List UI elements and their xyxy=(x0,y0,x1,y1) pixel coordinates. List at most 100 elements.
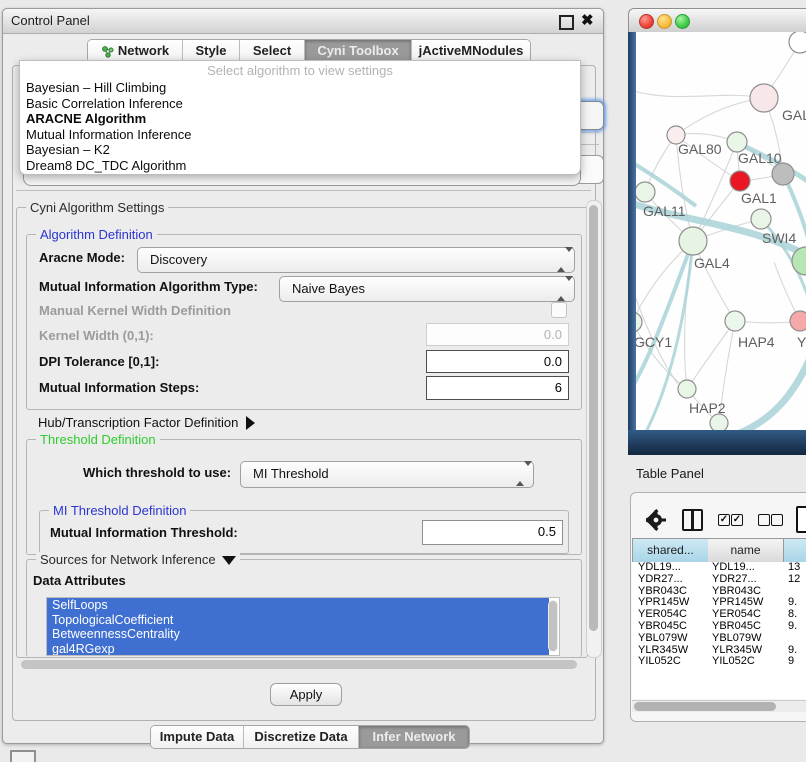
manual-kernel-checkbox[interactable] xyxy=(551,302,567,318)
select-all-icon[interactable]: ✓ xyxy=(718,514,730,526)
table-cell: YLR345W xyxy=(712,645,784,657)
kernel-width-input[interactable]: 0.0 xyxy=(426,323,569,346)
data-attributes-list[interactable]: SelfLoopsTopologicalCoefficientBetweenne… xyxy=(46,597,560,656)
algorithm-dropdown-popup: Select algorithm to view settings Bayesi… xyxy=(19,60,581,175)
apply-button[interactable]: Apply xyxy=(270,683,342,706)
network-node-label: GAL11 xyxy=(643,203,686,219)
table-row[interactable]: YBR045CYBR045C9. xyxy=(632,621,806,633)
table-row[interactable]: YPR145WYPR145W9. xyxy=(632,597,806,609)
mi-type-select[interactable]: Naive Bayes xyxy=(279,276,575,302)
network-edge[interactable] xyxy=(636,90,764,98)
data-attribute-item[interactable]: gal4RGexp xyxy=(47,642,549,657)
settings-vscroll-thumb[interactable] xyxy=(589,205,598,631)
table-row[interactable]: YBR043CYBR043C xyxy=(632,586,806,598)
attr-list-scrollbar-thumb[interactable] xyxy=(549,601,557,651)
groupbox-line-fragment xyxy=(16,190,591,191)
network-node[interactable] xyxy=(790,311,806,331)
hub-definition-expander[interactable]: Hub/Transcription Factor Definition xyxy=(38,414,255,432)
new-file-icon[interactable] xyxy=(796,506,806,533)
data-attribute-item[interactable]: TopologicalCoefficient xyxy=(47,613,549,628)
table-header-shared[interactable]: shared... xyxy=(632,538,709,563)
algorithm-option[interactable]: Basic Correlation Inference xyxy=(20,96,580,112)
network-window-frame xyxy=(628,32,636,430)
close-icon[interactable]: ✖ xyxy=(581,11,594,29)
network-node[interactable] xyxy=(725,311,745,331)
settings-horizontal-scrollbar[interactable] xyxy=(18,659,584,670)
tab-impute-data[interactable]: Impute Data xyxy=(151,726,243,748)
table-body: YDL19...YDL19...13YDR27...YDR27...12YBR0… xyxy=(632,562,806,699)
network-node[interactable] xyxy=(789,32,806,53)
tab-infer-network[interactable]: Infer Network xyxy=(358,726,469,748)
network-node[interactable] xyxy=(727,132,747,152)
network-node[interactable] xyxy=(730,171,750,191)
table-options-gear-icon[interactable] xyxy=(646,509,666,531)
select-all-icon[interactable]: ✓ xyxy=(731,514,743,526)
aracne-mode-select[interactable]: Discovery xyxy=(137,247,575,273)
algorithm-option[interactable]: Dream8 DC_TDC Algorithm xyxy=(20,158,580,174)
attr-list-scrollbar[interactable] xyxy=(548,600,558,652)
table-cell: YIL052C xyxy=(638,656,710,668)
algorithm-option[interactable]: ARACNE Algorithm xyxy=(20,111,580,127)
tab-jactivemnodules[interactable]: jActiveMNodules xyxy=(411,40,530,62)
deselect-all-icon[interactable] xyxy=(771,514,783,526)
table-row[interactable]: YDR27...YDR27...12 xyxy=(632,574,806,586)
network-node-label: GAL1 xyxy=(741,190,777,206)
settings-hscroll-thumb[interactable] xyxy=(21,660,577,669)
algorithm-option[interactable]: Bayesian – K2 xyxy=(20,142,580,158)
table-horizontal-scrollbar[interactable] xyxy=(632,700,806,712)
network-canvas[interactable]: GALGAL80GAL10GAL1GAL11SWI4GAL4GCY1HAP4YH… xyxy=(636,32,806,430)
window-zoom-button[interactable] xyxy=(675,14,690,29)
network-icon xyxy=(101,45,114,58)
network-node-label: GCY1 xyxy=(636,334,672,350)
collapsed-panel-icon[interactable] xyxy=(10,750,36,762)
network-node[interactable] xyxy=(751,209,771,229)
table-cell: YDL19... xyxy=(638,562,710,574)
mi-type-label: Mutual Information Algorithm Type: xyxy=(39,279,258,294)
table-row[interactable]: YBL079WYBL079W xyxy=(632,633,806,645)
tab-select[interactable]: Select xyxy=(239,40,304,62)
table-header-name[interactable]: name xyxy=(708,538,784,563)
network-node[interactable] xyxy=(710,414,728,430)
algorithm-option[interactable]: Bayesian – Hill Climbing xyxy=(20,80,580,96)
table-hscroll-thumb[interactable] xyxy=(634,702,776,711)
window-close-button[interactable] xyxy=(639,14,654,29)
column-layout-icon[interactable] xyxy=(682,509,703,531)
table-row[interactable]: YLR345WYLR345W9. xyxy=(632,645,806,657)
network-node[interactable] xyxy=(636,182,655,202)
network-node[interactable] xyxy=(636,312,642,332)
network-node[interactable] xyxy=(679,227,707,255)
algorithm-option[interactable]: Mutual Information Inference xyxy=(20,127,580,143)
mi-threshold-input[interactable]: 0.5 xyxy=(422,520,563,545)
screen: Control Panel ✖ Network Style Select Cyn… xyxy=(0,0,806,762)
mi-threshold-groupbox: MI Threshold Definition Mutual Informati… xyxy=(39,510,569,554)
network-window-titlebar[interactable] xyxy=(628,8,806,34)
table-cell: 9 xyxy=(788,656,806,668)
table-row[interactable]: YIL052CYIL052C9 xyxy=(632,656,806,668)
window-minimize-button[interactable] xyxy=(657,14,672,29)
table-cell: YDR27... xyxy=(712,574,784,586)
network-node[interactable] xyxy=(772,163,794,185)
which-threshold-select[interactable]: MI Threshold xyxy=(240,461,534,488)
sources-title[interactable]: Sources for Network Inference xyxy=(36,552,240,567)
table-row[interactable]: YER054CYER054C8. xyxy=(632,609,806,621)
data-attribute-item[interactable]: SelfLoops xyxy=(47,598,549,613)
settings-vertical-scrollbar[interactable] xyxy=(586,200,602,658)
dpi-tolerance-input[interactable]: 0.0 xyxy=(426,350,569,373)
network-edge[interactable] xyxy=(732,358,806,430)
network-node[interactable] xyxy=(678,380,696,398)
tab-network[interactable]: Network xyxy=(88,40,182,62)
network-edge[interactable] xyxy=(687,321,735,389)
deselect-all-icon[interactable] xyxy=(758,514,770,526)
network-node[interactable] xyxy=(750,84,778,112)
table-header-cut[interactable] xyxy=(784,538,806,563)
tab-discretize-data[interactable]: Discretize Data xyxy=(243,726,358,748)
tab-jactivemnodules-label: jActiveMNodules xyxy=(419,40,524,62)
data-attribute-item[interactable]: BetweennessCentrality xyxy=(47,627,549,642)
mi-steps-input[interactable]: 6 xyxy=(426,376,569,400)
table-row[interactable]: YDL19...YDL19...13 xyxy=(632,562,806,574)
tab-cyni-toolbox[interactable]: Cyni Toolbox xyxy=(304,40,411,62)
tab-style[interactable]: Style xyxy=(182,40,239,62)
control-panel-titlebar[interactable]: Control Panel ✖ xyxy=(3,9,603,34)
float-window-icon[interactable] xyxy=(559,15,574,30)
network-edge[interactable] xyxy=(636,241,693,394)
